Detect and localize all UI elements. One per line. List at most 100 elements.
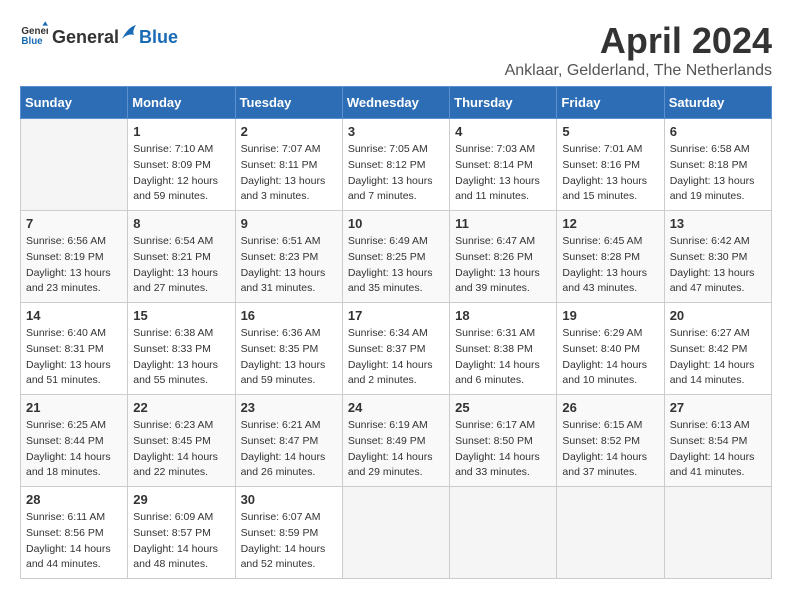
calendar-cell: 30 Sunrise: 6:07 AMSunset: 8:59 PMDayligh…	[235, 487, 342, 579]
day-number: 7	[26, 216, 122, 231]
day-info: Sunrise: 6:31 AMSunset: 8:38 PMDaylight:…	[455, 326, 551, 389]
day-info: Sunrise: 6:47 AMSunset: 8:26 PMDaylight:…	[455, 234, 551, 297]
day-number: 23	[241, 400, 337, 415]
header-day-friday: Friday	[557, 87, 664, 119]
day-number: 17	[348, 308, 444, 323]
logo-bird-icon	[120, 21, 138, 43]
calendar-week-row: 21 Sunrise: 6:25 AMSunset: 8:44 PMDayligh…	[21, 395, 772, 487]
day-number: 30	[241, 492, 337, 507]
day-info: Sunrise: 6:17 AMSunset: 8:50 PMDaylight:…	[455, 418, 551, 481]
calendar-cell: 28 Sunrise: 6:11 AMSunset: 8:56 PMDayligh…	[21, 487, 128, 579]
header-day-saturday: Saturday	[664, 87, 771, 119]
calendar-cell	[450, 487, 557, 579]
calendar-cell: 10Sunrise: 6:49 AMSunset: 8:25 PMDayligh…	[342, 211, 449, 303]
calendar-cell: 4 Sunrise: 7:03 AMSunset: 8:14 PMDaylight…	[450, 119, 557, 211]
calendar-week-row: 14Sunrise: 6:40 AMSunset: 8:31 PMDayligh…	[21, 303, 772, 395]
header-day-monday: Monday	[128, 87, 235, 119]
calendar-cell: 17 Sunrise: 6:34 AMSunset: 8:37 PMDayligh…	[342, 303, 449, 395]
day-info: Sunrise: 7:10 AMSunset: 8:09 PMDaylight:…	[133, 142, 229, 205]
day-info: Sunrise: 6:51 AMSunset: 8:23 PMDaylight:…	[241, 234, 337, 297]
calendar-cell: 6Sunrise: 6:58 AMSunset: 8:18 PMDaylight…	[664, 119, 771, 211]
logo-text-general: General	[52, 27, 119, 48]
calendar-cell: 5Sunrise: 7:01 AMSunset: 8:16 PMDaylight…	[557, 119, 664, 211]
day-number: 21	[26, 400, 122, 415]
day-number: 9	[241, 216, 337, 231]
calendar-cell: 13 Sunrise: 6:42 AMSunset: 8:30 PMDayligh…	[664, 211, 771, 303]
header-day-tuesday: Tuesday	[235, 87, 342, 119]
calendar-cell: 8Sunrise: 6:54 AMSunset: 8:21 PMDaylight…	[128, 211, 235, 303]
day-number: 29	[133, 492, 229, 507]
page-header: General Blue General Blue April 2024 Ank…	[20, 20, 772, 80]
day-number: 25	[455, 400, 551, 415]
main-title: April 2024	[505, 20, 772, 62]
day-info: Sunrise: 6:38 AMSunset: 8:33 PMDaylight:…	[133, 326, 229, 389]
day-number: 12	[562, 216, 658, 231]
day-info: Sunrise: 6:29 AMSunset: 8:40 PMDaylight:…	[562, 326, 658, 389]
day-info: Sunrise: 6:25 AMSunset: 8:44 PMDaylight:…	[26, 418, 122, 481]
day-info: Sunrise: 6:27 AMSunset: 8:42 PMDaylight:…	[670, 326, 766, 389]
day-number: 19	[562, 308, 658, 323]
day-number: 10	[348, 216, 444, 231]
calendar-cell: 29 Sunrise: 6:09 AMSunset: 8:57 PMDayligh…	[128, 487, 235, 579]
calendar-cell: 16Sunrise: 6:36 AMSunset: 8:35 PMDayligh…	[235, 303, 342, 395]
calendar-cell: 22 Sunrise: 6:23 AMSunset: 8:45 PMDayligh…	[128, 395, 235, 487]
calendar-cell: 1Sunrise: 7:10 AMSunset: 8:09 PMDaylight…	[128, 119, 235, 211]
calendar-cell: 25 Sunrise: 6:17 AMSunset: 8:50 PMDayligh…	[450, 395, 557, 487]
calendar-cell: 15 Sunrise: 6:38 AMSunset: 8:33 PMDayligh…	[128, 303, 235, 395]
day-number: 22	[133, 400, 229, 415]
day-info: Sunrise: 6:42 AMSunset: 8:30 PMDaylight:…	[670, 234, 766, 297]
title-block: April 2024 Anklaar, Gelderland, The Neth…	[505, 20, 772, 80]
calendar-cell: 27 Sunrise: 6:13 AMSunset: 8:54 PMDayligh…	[664, 395, 771, 487]
calendar-cell: 24 Sunrise: 6:19 AMSunset: 8:49 PMDayligh…	[342, 395, 449, 487]
day-info: Sunrise: 7:03 AMSunset: 8:14 PMDaylight:…	[455, 142, 551, 205]
calendar-body: 1Sunrise: 7:10 AMSunset: 8:09 PMDaylight…	[21, 119, 772, 579]
day-number: 18	[455, 308, 551, 323]
header-day-thursday: Thursday	[450, 87, 557, 119]
calendar-cell: 26Sunrise: 6:15 AMSunset: 8:52 PMDayligh…	[557, 395, 664, 487]
day-number: 8	[133, 216, 229, 231]
calendar-cell: 12 Sunrise: 6:45 AMSunset: 8:28 PMDayligh…	[557, 211, 664, 303]
subtitle: Anklaar, Gelderland, The Netherlands	[505, 62, 772, 80]
calendar-cell: 19 Sunrise: 6:29 AMSunset: 8:40 PMDayligh…	[557, 303, 664, 395]
day-number: 14	[26, 308, 122, 323]
day-info: Sunrise: 6:45 AMSunset: 8:28 PMDaylight:…	[562, 234, 658, 297]
calendar-table: SundayMondayTuesdayWednesdayThursdayFrid…	[20, 86, 772, 579]
calendar-cell: 14Sunrise: 6:40 AMSunset: 8:31 PMDayligh…	[21, 303, 128, 395]
day-number: 28	[26, 492, 122, 507]
day-number: 4	[455, 124, 551, 139]
day-info: Sunrise: 6:23 AMSunset: 8:45 PMDaylight:…	[133, 418, 229, 481]
logo: General Blue General Blue	[20, 20, 178, 48]
header-day-wednesday: Wednesday	[342, 87, 449, 119]
calendar-cell	[342, 487, 449, 579]
day-number: 15	[133, 308, 229, 323]
day-info: Sunrise: 7:07 AMSunset: 8:11 PMDaylight:…	[241, 142, 337, 205]
day-info: Sunrise: 6:19 AMSunset: 8:49 PMDaylight:…	[348, 418, 444, 481]
svg-text:Blue: Blue	[21, 36, 43, 47]
day-number: 11	[455, 216, 551, 231]
calendar-cell: 9 Sunrise: 6:51 AMSunset: 8:23 PMDaylight…	[235, 211, 342, 303]
day-number: 27	[670, 400, 766, 415]
calendar-week-row: 1Sunrise: 7:10 AMSunset: 8:09 PMDaylight…	[21, 119, 772, 211]
day-number: 24	[348, 400, 444, 415]
day-info: Sunrise: 6:11 AMSunset: 8:56 PMDaylight:…	[26, 510, 122, 573]
calendar-cell	[21, 119, 128, 211]
calendar-header-row: SundayMondayTuesdayWednesdayThursdayFrid…	[21, 87, 772, 119]
calendar-cell: 20Sunrise: 6:27 AMSunset: 8:42 PMDayligh…	[664, 303, 771, 395]
day-info: Sunrise: 6:34 AMSunset: 8:37 PMDaylight:…	[348, 326, 444, 389]
day-info: Sunrise: 6:13 AMSunset: 8:54 PMDaylight:…	[670, 418, 766, 481]
day-number: 2	[241, 124, 337, 139]
calendar-week-row: 28 Sunrise: 6:11 AMSunset: 8:56 PMDayligh…	[21, 487, 772, 579]
day-info: Sunrise: 6:07 AMSunset: 8:59 PMDaylight:…	[241, 510, 337, 573]
day-info: Sunrise: 7:05 AMSunset: 8:12 PMDaylight:…	[348, 142, 444, 205]
day-info: Sunrise: 6:56 AMSunset: 8:19 PMDaylight:…	[26, 234, 122, 297]
calendar-week-row: 7 Sunrise: 6:56 AMSunset: 8:19 PMDaylight…	[21, 211, 772, 303]
logo-icon: General Blue	[20, 20, 48, 48]
day-number: 13	[670, 216, 766, 231]
calendar-cell: 23Sunrise: 6:21 AMSunset: 8:47 PMDayligh…	[235, 395, 342, 487]
calendar-cell	[557, 487, 664, 579]
day-number: 5	[562, 124, 658, 139]
day-info: Sunrise: 6:09 AMSunset: 8:57 PMDaylight:…	[133, 510, 229, 573]
day-number: 6	[670, 124, 766, 139]
day-info: Sunrise: 6:15 AMSunset: 8:52 PMDaylight:…	[562, 418, 658, 481]
calendar-cell: 7 Sunrise: 6:56 AMSunset: 8:19 PMDaylight…	[21, 211, 128, 303]
